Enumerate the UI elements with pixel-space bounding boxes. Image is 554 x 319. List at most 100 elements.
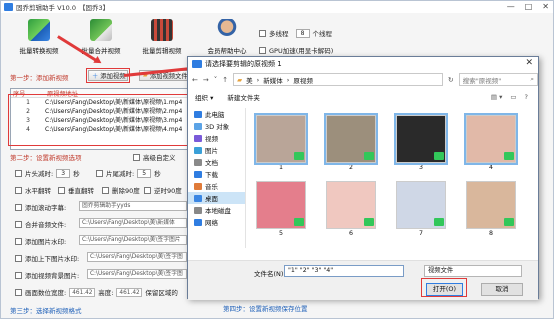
merge-audio-label: 合并音频文件: bbox=[25, 221, 67, 229]
tail-cut-option[interactable]: 片尾减时: 5 秒 bbox=[96, 168, 161, 178]
gpu-checkbox[interactable] bbox=[259, 46, 266, 54]
breadcrumb[interactable]: 美 bbox=[246, 75, 253, 85]
view-options-icon[interactable]: ▤ ▾ bbox=[491, 93, 502, 101]
canvas-size-checkbox[interactable] bbox=[15, 288, 22, 296]
dialog-close-button[interactable]: ✕ bbox=[525, 58, 533, 68]
nav-item[interactable]: 图片 bbox=[188, 144, 245, 156]
head-cut-label: 片头减时: bbox=[25, 170, 54, 178]
filetype-select[interactable]: 视频文件 bbox=[424, 265, 522, 277]
bg-image-input[interactable]: C:\Users\Fang\Desktop\美\签字图 bbox=[87, 269, 187, 279]
head-cut-checkbox[interactable] bbox=[15, 169, 22, 177]
multithread-option[interactable]: 多线程 8 个线程 bbox=[259, 28, 332, 38]
thumbnail-label: 4 bbox=[488, 164, 493, 171]
bg-image-option[interactable]: 添加视频背景图片: bbox=[15, 270, 79, 280]
nav-item[interactable]: 本地磁盘 bbox=[188, 204, 245, 216]
nav-item-label: 下载 bbox=[205, 171, 218, 179]
nav-item[interactable]: 音乐 bbox=[188, 180, 245, 192]
canvas-width-input[interactable]: 461.42 bbox=[69, 287, 96, 297]
top-bottom-watermark-checkbox[interactable] bbox=[15, 254, 22, 262]
subtitle-checkbox[interactable] bbox=[15, 203, 22, 211]
nav-item[interactable]: 此电脑 bbox=[188, 108, 245, 120]
video-thumbnail[interactable]: 5 bbox=[256, 181, 306, 239]
flip-horizontal-option[interactable]: 水平翻转 bbox=[15, 185, 51, 195]
advanced-option[interactable]: 高级自定义 bbox=[133, 152, 176, 162]
merge-audio-input[interactable]: C:\Users\Fang\Desktop\美\新媒体 bbox=[79, 218, 187, 228]
address-bar[interactable]: ▰ 美 › 新媒体 › 原视频 bbox=[233, 73, 443, 86]
minimize-button[interactable]: — bbox=[507, 2, 515, 11]
dialog-titlebar: 请选择要剪辑的原视频 1 bbox=[188, 57, 538, 71]
nav-item[interactable]: 网络 bbox=[188, 216, 245, 228]
tail-cut-input[interactable]: 5 bbox=[137, 168, 152, 178]
new-folder-button[interactable]: 新建文件夹 bbox=[227, 92, 260, 102]
file-thumbnail-grid[interactable]: 1 2 3 4 5 6 7 8 bbox=[250, 113, 535, 247]
thread-count-input[interactable]: 8 bbox=[295, 28, 310, 38]
height-input[interactable]: 461.42 bbox=[116, 287, 143, 297]
advanced-checkbox[interactable] bbox=[133, 153, 140, 161]
head-cut-option[interactable]: 片头减时: 3 秒 bbox=[15, 168, 80, 178]
video-thumbnail[interactable]: 3 bbox=[394, 113, 448, 173]
nav-item[interactable]: 3D 对象 bbox=[188, 120, 245, 132]
cancel-button[interactable]: 取消 bbox=[481, 283, 523, 296]
tool-label: 批量剪辑视频 bbox=[142, 47, 182, 55]
delete-90-checkbox[interactable] bbox=[102, 186, 109, 194]
video-thumbnail[interactable]: 4 bbox=[464, 113, 518, 173]
thumbnail-label: 2 bbox=[348, 164, 353, 171]
flip-vertical-checkbox[interactable] bbox=[58, 186, 65, 194]
navigation-pane[interactable]: 此电脑 3D 对象 视频 图片 文档下载 音乐 桌面本地磁盘 网络 bbox=[188, 108, 246, 248]
maximize-button[interactable]: □ bbox=[525, 2, 533, 11]
forward-arrow-icon[interactable]: → bbox=[203, 76, 209, 84]
chevron-down-icon[interactable]: ˅ bbox=[214, 76, 218, 84]
nav-item[interactable]: 视频 bbox=[188, 132, 245, 144]
pictures-icon bbox=[194, 146, 202, 154]
cut-video-icon bbox=[151, 19, 173, 41]
delete-90-option[interactable]: 删除90度 bbox=[102, 185, 140, 195]
image-watermark-option[interactable]: 添加图片水印: bbox=[15, 236, 66, 246]
search-input[interactable]: 搜索"原视频" ⌕ bbox=[458, 73, 538, 86]
tail-cut-checkbox[interactable] bbox=[96, 169, 103, 177]
video-thumbnail[interactable]: 2 bbox=[324, 113, 378, 173]
filename-input[interactable]: "1" "2" "3" "4" bbox=[284, 265, 404, 277]
flip-horizontal-checkbox[interactable] bbox=[15, 186, 22, 194]
member-center-button[interactable]: 会员帮助中心 bbox=[194, 17, 260, 55]
up-arrow-icon[interactable]: ↑ bbox=[222, 76, 228, 84]
multithread-checkbox[interactable] bbox=[259, 29, 266, 37]
breadcrumb[interactable]: 新媒体 bbox=[263, 75, 283, 85]
image-watermark-input[interactable]: C:\Users\Fang\Desktop\美\签字图片 bbox=[79, 235, 187, 245]
video-thumbnail[interactable]: 7 bbox=[396, 181, 446, 239]
canvas-size-option[interactable]: 画面数位宽度: 461.42 高度: 461.42 保留区域的 bbox=[15, 287, 178, 297]
gpu-option[interactable]: GPU加速(用显卡解码) bbox=[259, 45, 333, 55]
video-thumbnail[interactable]: 1 bbox=[254, 113, 308, 173]
top-bottom-watermark-input[interactable]: C:\Users\Fang\Desktop\美\签字图 bbox=[87, 252, 187, 262]
nav-item[interactable]: 桌面 bbox=[188, 192, 245, 204]
preview-pane-icon[interactable]: ▭ bbox=[510, 93, 516, 101]
nav-item-label: 本地磁盘 bbox=[205, 207, 231, 215]
top-bottom-watermark-option[interactable]: 添加上下图片水印: bbox=[15, 253, 79, 263]
video-thumbnail[interactable]: 6 bbox=[326, 181, 376, 239]
video-badge-icon bbox=[504, 152, 514, 160]
merge-audio-option[interactable]: 合并音频文件: bbox=[15, 219, 66, 229]
rotate-ccw-90-option[interactable]: 逆时90度 bbox=[144, 185, 182, 195]
subtitle-option[interactable]: 添加滚动字幕: bbox=[15, 202, 66, 212]
batch-convert-button[interactable]: 批量转换视频 bbox=[6, 17, 72, 55]
merge-video-icon bbox=[90, 19, 112, 41]
organize-menu[interactable]: 组织 ▾ bbox=[195, 92, 213, 102]
nav-item[interactable]: 文档 bbox=[188, 156, 245, 168]
bg-image-checkbox[interactable] bbox=[15, 271, 22, 279]
video-thumbnail[interactable]: 8 bbox=[466, 181, 516, 239]
nav-item[interactable]: 下载 bbox=[188, 168, 245, 180]
merge-audio-checkbox[interactable] bbox=[15, 220, 22, 228]
breadcrumb[interactable]: 原视频 bbox=[293, 75, 313, 85]
close-button[interactable]: ✕ bbox=[542, 2, 549, 11]
help-icon[interactable]: ? bbox=[525, 93, 528, 101]
image-watermark-checkbox[interactable] bbox=[15, 237, 22, 245]
subtitle-input[interactable]: 固乔剪辑助手yyds bbox=[79, 201, 187, 211]
back-arrow-icon[interactable]: ← bbox=[192, 76, 198, 84]
flip-vertical-option[interactable]: 垂直翻转 bbox=[58, 185, 94, 195]
local-disk-icon bbox=[194, 206, 202, 214]
head-cut-input[interactable]: 3 bbox=[56, 168, 71, 178]
thumbnail-image bbox=[466, 181, 516, 229]
rotate-ccw-90-checkbox[interactable] bbox=[144, 186, 151, 194]
search-icon: ⌕ bbox=[530, 75, 534, 83]
batch-cut-button[interactable]: 批量剪辑视频 bbox=[129, 17, 195, 55]
refresh-icon[interactable]: ↻ bbox=[448, 76, 454, 84]
